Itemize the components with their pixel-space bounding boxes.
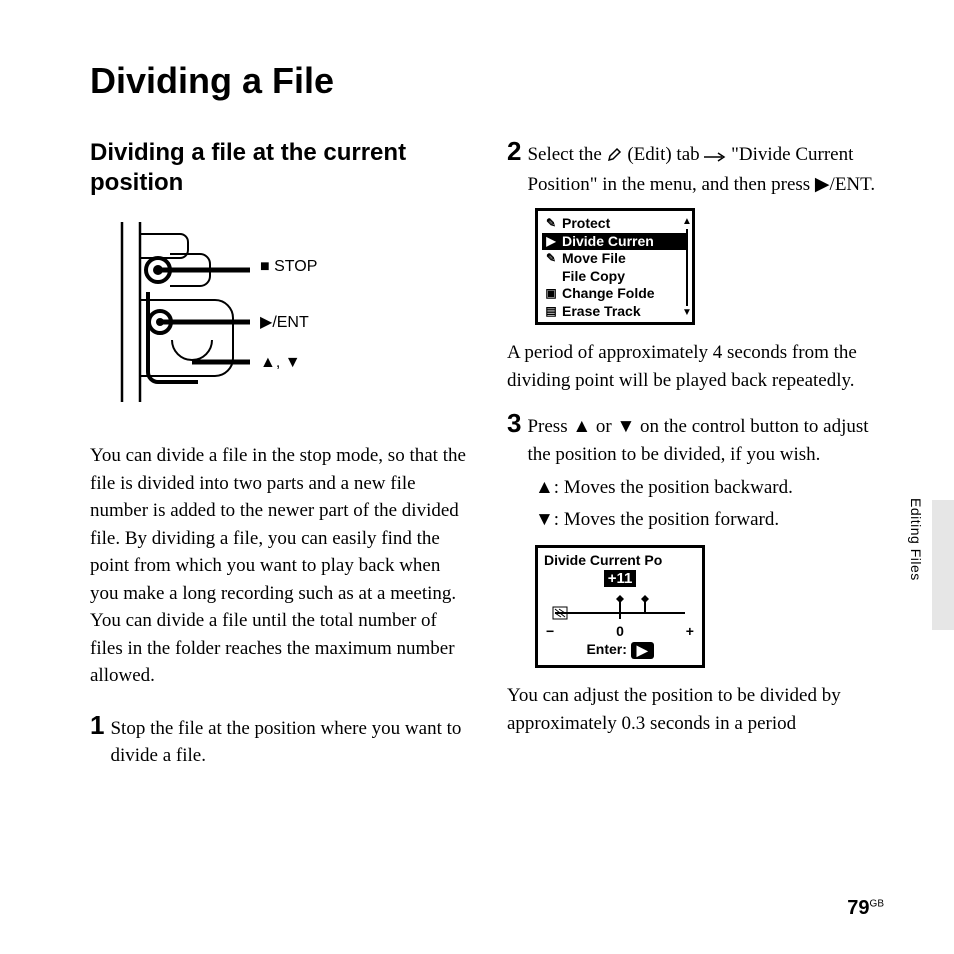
diagram-label-stop: ■ STOP [260,258,317,276]
step-3-sub-up: ▲: Moves the position backward. [535,474,884,502]
section-subtitle: Dividing a file at the current position [90,138,467,198]
menu-item-erase-track: ▤ Erase Track [542,303,688,321]
menu-scrollbar: ▲ ▼ [684,217,690,318]
up-icon: ▲ [260,354,276,371]
step-2: 2 Select the (Edit) tab "Divide Current … [507,138,884,198]
menu-item-file-copy: File Copy [542,268,688,286]
play-icon: ▶ [544,234,558,249]
divide-screen-value: +11 [604,570,637,587]
diagram-label-updown: ▲, ▼ [260,354,301,372]
divide-screen-scale: − 0 + [544,623,696,639]
left-column: Dividing a file at the current position [90,138,467,776]
after-menu-paragraph: A period of approximately 4 seconds from… [507,339,884,394]
step-2-text: Select the (Edit) tab "Divide Current Po… [527,141,884,198]
step-3-number: 3 [507,410,521,436]
device-diagram: ■ STOP ▶/ENT ▲, ▼ [100,222,370,402]
pencil-icon: ✎ [544,251,558,266]
step-1-text: Stop the file at the position where you … [110,715,467,770]
after-divide-paragraph: You can adjust the position to be divide… [507,682,884,737]
section-side-label: Editing Files [908,498,924,581]
display-icon: ▤ [544,304,558,319]
down-icon: ▼ [285,354,301,371]
play-icon: ▶ [260,314,272,331]
step-2-number: 2 [507,138,521,164]
display-icon: ▣ [544,286,558,301]
step-1: 1 Stop the file at the position where yo… [90,712,467,770]
scroll-up-icon: ▲ [682,217,692,227]
diagram-label-ent: ▶/ENT [260,312,309,332]
divide-screen-title: Divide Current Po [544,552,696,568]
thumb-tab [932,500,954,630]
pencil-icon: ✎ [544,216,558,231]
page-number: 79GB [847,897,884,920]
step-3-sub-down: ▼: Moves the position forward. [535,506,884,534]
divide-screen-enter: Enter: ▶ [544,641,696,659]
play-icon: ▶ [815,174,830,195]
menu-item-divide-current: ▶ Divide Curren [542,233,688,251]
scroll-down-icon: ▼ [682,308,692,318]
right-column: 2 Select the (Edit) tab "Divide Current … [507,138,884,776]
pencil-icon [607,143,623,171]
page-title: Dividing a File [90,60,884,102]
arrow-right-icon [704,143,726,171]
divide-screen-slider [544,591,696,625]
device-diagram-svg [100,222,370,402]
menu-item-move-file: ✎ Move File [542,250,688,268]
divide-position-screenshot: Divide Current Po +11 [535,545,705,668]
menu-screenshot: ✎ Protect ▶ Divide Curren ✎ Move File Fi… [535,208,695,325]
menu-item-protect: ✎ Protect [542,215,688,233]
stop-square-icon: ■ [260,258,274,275]
menu-item-change-folder: ▣ Change Folde [542,285,688,303]
step-3-text: Press ▲ or ▼ on the control button to ad… [527,413,884,468]
step-3: 3 Press ▲ or ▼ on the control button to … [507,410,884,468]
step-1-number: 1 [90,712,104,738]
play-icon: ▶ [631,642,654,659]
intro-paragraph: You can divide a file in the stop mode, … [90,442,467,690]
